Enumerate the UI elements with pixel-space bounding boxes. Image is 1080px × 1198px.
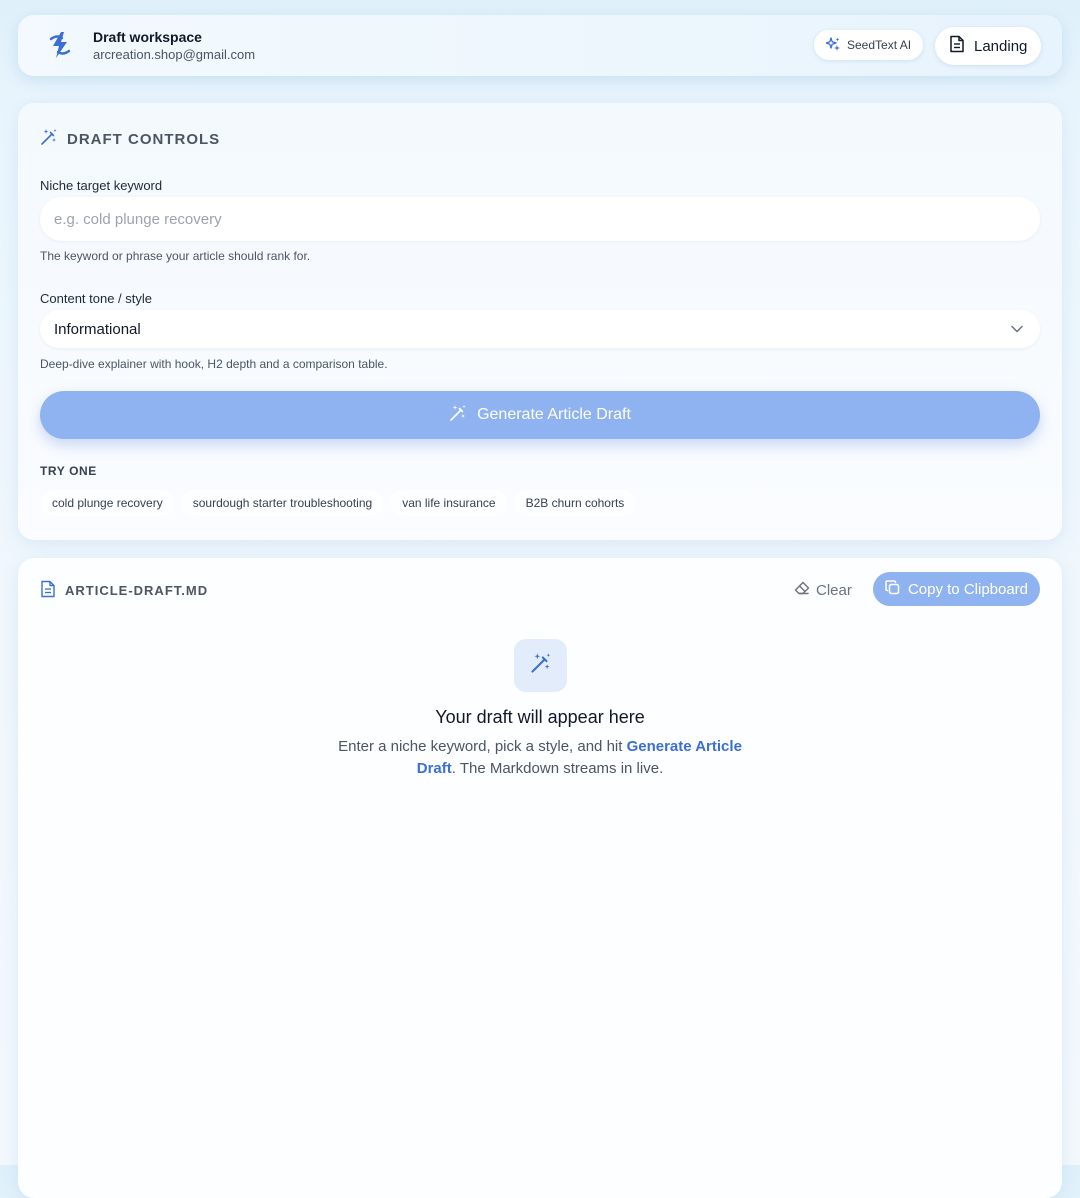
keyword-helper: The keyword or phrase your article shoul… [40,249,311,263]
empty-state-description: Enter a niche keyword, pick a style, and… [318,736,762,780]
tone-selected-value: Informational [54,320,141,338]
empty-state-title: Your draft will appear here [435,707,645,727]
suggestion-list: cold plunge recovery sourdough starter t… [40,490,637,516]
empty-state-icon-tile [514,639,567,692]
landing-label: Landing [974,37,1028,55]
copy-label: Copy to Clipboard [907,580,1029,598]
model-chip[interactable]: SeedText AI [814,30,924,60]
copy-icon [885,579,900,599]
account-email: arcreation.shop@gmail.com [93,47,256,62]
tone-select[interactable]: Informational [40,310,1040,348]
lightning-logo-icon [47,30,73,60]
model-chip-label: SeedText AI [847,38,912,52]
tone-label: Content tone / style [40,291,153,306]
suggestion-chip[interactable]: van life insurance [390,490,508,516]
keyword-label: Niche target keyword [40,178,163,193]
landing-button[interactable]: Landing [935,27,1042,65]
generate-article-label: Generate Article Draft [477,406,631,423]
empty-desc-text: Enter a niche keyword, pick a style, and… [338,738,627,755]
copy-to-clipboard-button[interactable]: Copy to Clipboard [873,572,1040,606]
magic-wand-icon [449,404,467,427]
empty-desc-text-end: . The Markdown streams in live. [451,760,664,777]
draft-controls-heading: DRAFT CONTROLS [40,128,220,150]
suggestion-chip[interactable]: sourdough starter troubleshooting [180,490,385,516]
article-draft-panel: ARTICLE-DRAFT.MD Clear Copy to Clipboard [18,558,1062,1198]
generate-article-button[interactable]: Generate Article Draft [40,391,1040,439]
clear-label: Clear [816,581,852,599]
article-draft-heading: ARTICLE-DRAFT.MD [40,580,208,601]
document-icon [949,35,965,57]
eraser-icon [794,581,810,599]
magic-wand-icon [530,652,552,679]
suggestion-chip[interactable]: B2B churn cohorts [513,490,637,516]
keyword-input[interactable]: e.g. cold plunge recovery [40,197,1040,241]
chevron-down-icon [1010,322,1024,340]
suggestion-chip[interactable]: cold plunge recovery [40,490,175,516]
workspace-title: Draft workspace [93,29,202,45]
draft-controls-title: DRAFT CONTROLS [67,130,221,148]
document-icon [40,580,56,601]
sparkles-icon [825,36,840,54]
try-one-label: TRY ONE [40,464,97,478]
keyword-placeholder: e.g. cold plunge recovery [54,210,222,228]
article-draft-filename: ARTICLE-DRAFT.MD [65,583,209,598]
workspace-header: Draft workspace arcreation.shop@gmail.co… [18,15,1062,76]
draft-controls-panel: DRAFT CONTROLS Niche target keyword e.g.… [18,103,1062,540]
clear-button[interactable]: Clear [794,578,852,602]
tone-helper: Deep-dive explainer with hook, H2 depth … [40,357,388,371]
magic-wand-icon [40,128,58,150]
